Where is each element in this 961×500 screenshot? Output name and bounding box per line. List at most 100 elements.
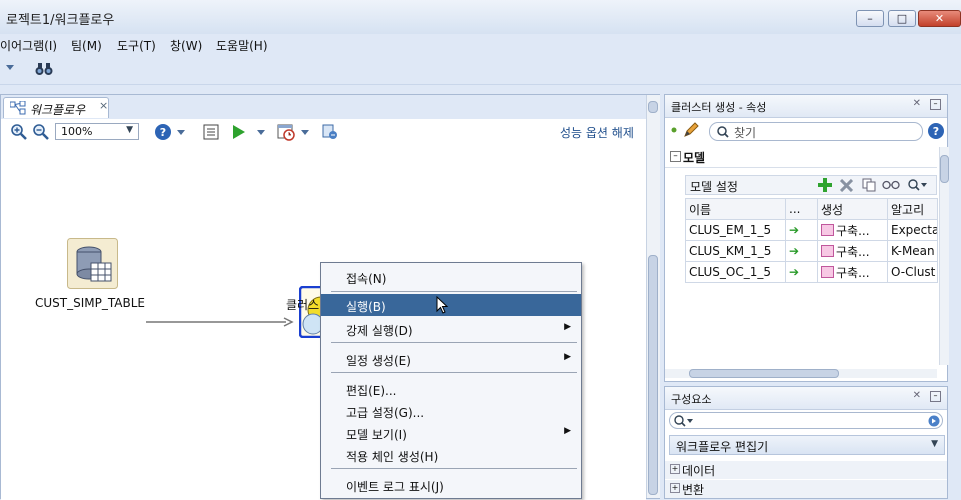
components-panel-title: 구성요소 [671, 393, 712, 406]
copy-icon[interactable] [862, 178, 876, 192]
column-header-status[interactable]: ... [785, 198, 818, 220]
menu-item-run[interactable]: 실행(B) [321, 294, 581, 316]
data-source-node-icon[interactable] [67, 238, 119, 290]
menu-item-create-apply-chain[interactable]: 적용 체인 생성(H) [321, 444, 581, 466]
deploy-icon[interactable] [321, 123, 339, 141]
chevron-down-icon[interactable] [257, 130, 265, 135]
svg-text:?: ? [933, 125, 939, 138]
chevron-down-icon[interactable] [301, 130, 309, 135]
search-placeholder: 찾기 [734, 126, 757, 140]
menu-diagram[interactable]: 이어그램(I) [0, 37, 57, 54]
view-glasses-icon[interactable] [882, 180, 900, 190]
window-title: 로젝트1/워크플로우 [6, 13, 115, 28]
pencil-icon[interactable] [683, 122, 699, 138]
column-header-algorithm[interactable]: 알고리 [887, 198, 938, 220]
menu-item-advanced-settings[interactable]: 고급 설정(G)... [321, 400, 581, 422]
chevron-down-icon[interactable] [6, 65, 14, 71]
menu-item-view-models[interactable]: 모델 보기(I) ▶ [321, 422, 581, 444]
svg-text:?: ? [160, 126, 166, 139]
maximize-icon: □ [896, 12, 908, 25]
tab-workflow-label: 워크플로우 [30, 103, 86, 117]
add-icon[interactable] [818, 178, 832, 192]
menu-help[interactable]: 도움말(H) [216, 37, 268, 54]
models-section-header[interactable]: – 모델 [665, 147, 937, 168]
chevron-down-icon: ▼ [126, 125, 133, 135]
collapse-icon[interactable]: – [670, 151, 681, 162]
performance-options-link[interactable]: 성능 옵션 해제 [560, 124, 634, 141]
data-source-node-label: CUST_SIMP_TABLE [35, 296, 145, 310]
component-palette-dropdown[interactable]: 워크플로우 편집기 ▼ [669, 435, 945, 455]
category-label: 변환 [682, 483, 705, 497]
scrollbar-thumb[interactable] [940, 155, 949, 183]
table-row[interactable]: CLUS_KM_1_5 ➔ 구축... K-Mean [685, 240, 938, 262]
menu-team[interactable]: 팀(M) [71, 37, 102, 54]
green-arrow-icon: ➔ [789, 223, 800, 237]
vertical-scrollbar[interactable] [646, 95, 660, 498]
menu-item-force-run[interactable]: 강제 실행(D) ▶ [321, 318, 581, 340]
chevron-down-icon: ▼ [931, 439, 938, 449]
expand-icon[interactable]: + [670, 464, 680, 474]
minimize-panel-icon[interactable]: – [930, 391, 941, 402]
minimize-button[interactable]: – [856, 10, 884, 27]
menu-item-edit[interactable]: 편집(E)... [321, 378, 581, 400]
delete-icon[interactable] [840, 179, 853, 192]
tab-strip: 워크플로우 × [1, 95, 659, 120]
binoculars-icon[interactable] [35, 62, 53, 76]
schedule-icon[interactable] [277, 123, 295, 141]
category-transform[interactable]: + 변환 [665, 480, 947, 498]
connector-arrow[interactable] [146, 317, 296, 327]
help-icon[interactable]: ? [154, 123, 172, 141]
close-icon[interactable]: ✕ [913, 390, 921, 401]
build-cell: 구축... [817, 219, 888, 241]
column-header-name[interactable]: 이름 [685, 198, 786, 220]
category-label: 데이터 [682, 464, 716, 478]
category-data[interactable]: + 데이터 [665, 461, 947, 479]
close-icon[interactable]: ✕ [913, 98, 921, 109]
run-icon[interactable] [232, 124, 246, 140]
table-header-row: 이름 ... 생성 알고리 [685, 198, 938, 220]
submenu-arrow-icon: ▶ [564, 352, 571, 362]
algorithm-cell: K-Mean [887, 240, 938, 262]
properties-panel-title: 클러스터 생성 - 속성 [671, 101, 767, 114]
zoom-select[interactable]: 100% ▼ [55, 123, 139, 140]
properties-search-input[interactable]: 찾기 [709, 122, 923, 141]
model-name: CLUS_KM_1_5 [685, 240, 786, 262]
properties-icon[interactable] [203, 124, 219, 140]
maximize-button[interactable]: □ [888, 10, 916, 27]
minimize-panel-icon[interactable]: – [930, 99, 941, 110]
menu-item-connect[interactable]: 접속(N) [321, 266, 581, 288]
components-search-input[interactable] [669, 412, 943, 429]
scrollbar-thumb[interactable] [689, 369, 839, 378]
column-header-build[interactable]: 생성 [817, 198, 888, 220]
build-cell: 구축... [817, 261, 888, 283]
menu-item-label: 고급 설정(G)... [346, 406, 425, 420]
properties-horizontal-scrollbar[interactable] [665, 369, 937, 378]
menu-item-show-event-log[interactable]: 이벤트 로그 표시(J) [321, 474, 581, 496]
search-icon [717, 126, 729, 138]
menu-window[interactable]: 창(W) [170, 37, 202, 54]
scrollbar-thumb[interactable] [648, 255, 658, 495]
table-row[interactable]: CLUS_EM_1_5 ➔ 구축... Expecta [685, 219, 938, 241]
menu-item-label: 실행(B) [346, 300, 386, 314]
menu-tools[interactable]: 도구(T) [117, 37, 156, 54]
scroll-up-arrow[interactable] [648, 101, 658, 113]
components-panel: 구성요소 ✕ – 워크플로우 편집기 ▼ + 데이터 + 변환 [664, 386, 948, 499]
submenu-arrow-icon: ▶ [564, 322, 571, 332]
zoom-out-icon[interactable] [33, 124, 49, 140]
properties-vertical-scrollbar[interactable] [939, 147, 949, 365]
chevron-down-icon[interactable] [177, 130, 185, 135]
expand-icon[interactable]: + [670, 483, 680, 493]
zoom-in-icon[interactable] [11, 124, 27, 140]
build-icon [821, 265, 834, 278]
help-icon[interactable]: ? [927, 122, 945, 140]
menu-separator [331, 342, 577, 343]
menu-item-label: 일정 생성(E) [346, 354, 411, 368]
table-row[interactable]: CLUS_OC_1_5 ➔ 구축... O-Clust [685, 261, 938, 283]
tab-close-icon[interactable]: × [99, 99, 108, 112]
go-arrow-icon[interactable] [928, 415, 940, 427]
menu-item-create-schedule[interactable]: 일정 생성(E) ▶ [321, 348, 581, 370]
build-cell: 구축... [817, 240, 888, 262]
tab-workflow[interactable]: 워크플로우 × [3, 97, 109, 118]
close-button[interactable]: ✕ [918, 10, 961, 27]
filter-search-icon[interactable] [908, 179, 928, 191]
